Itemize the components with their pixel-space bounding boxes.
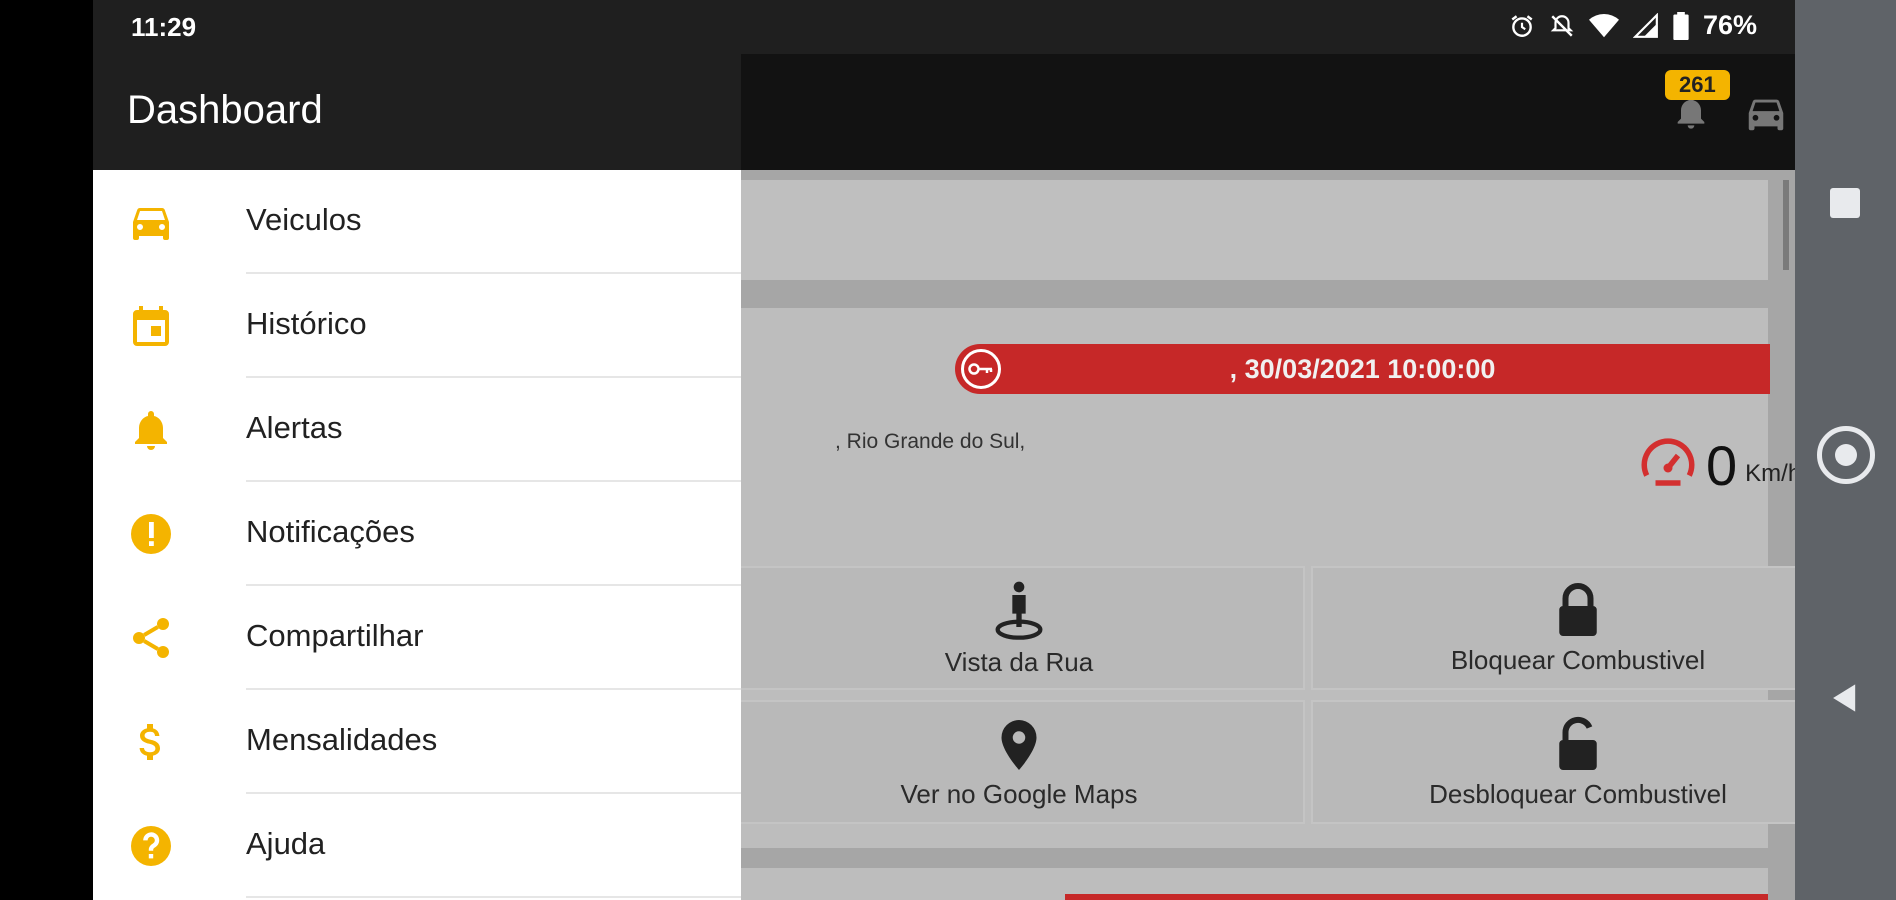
ignition-status-bar: , 30/03/2021 10:00:00 xyxy=(955,344,1770,394)
menu-item-historico[interactable]: Histórico xyxy=(93,274,741,378)
divider xyxy=(246,896,741,898)
scrollbar-thumb[interactable] xyxy=(1783,180,1789,270)
drawer-header: Dashboard xyxy=(93,54,741,170)
share-icon xyxy=(127,614,175,662)
battery-level: 76% xyxy=(1702,10,1757,40)
system-navigation-bar xyxy=(1795,0,1896,900)
car-icon[interactable] xyxy=(1743,90,1789,136)
wifi-icon xyxy=(1588,13,1619,37)
alarm-icon xyxy=(1511,14,1533,37)
status-time: 11:29 xyxy=(131,12,197,42)
menu-item-mensalidades[interactable]: Mensalidades xyxy=(93,690,741,794)
street-view-button[interactable]: Vista da Rua xyxy=(733,566,1305,690)
block-fuel-button[interactable]: Bloquear Combustivel xyxy=(1311,566,1795,690)
street-view-icon xyxy=(995,581,1043,640)
drawer-title: Dashboard xyxy=(127,88,323,132)
unblock-fuel-label: Desbloquear Combustivel xyxy=(1429,778,1727,809)
speedometer-icon xyxy=(1641,438,1695,486)
status-icons: 76% xyxy=(1509,10,1757,41)
menu-label: Histórico xyxy=(246,306,367,341)
menu-label: Compartilhar xyxy=(246,618,424,653)
street-view-label: Vista da Rua xyxy=(944,646,1094,677)
drawer-menu: Veiculos Histórico Alertas Notificações … xyxy=(93,170,741,898)
screen-left-edge xyxy=(0,0,93,900)
help-icon xyxy=(127,822,175,870)
recents-button[interactable] xyxy=(1830,188,1860,218)
unblock-fuel-button[interactable]: Desbloquear Combustivel xyxy=(1311,700,1795,824)
search-card xyxy=(733,180,1768,280)
lock-icon xyxy=(1559,582,1597,636)
menu-label: Notificações xyxy=(246,514,415,549)
status-bar: 11:29 76% xyxy=(93,0,1795,54)
menu-label: Ajuda xyxy=(246,826,326,861)
bell-icon xyxy=(127,406,175,454)
dollar-icon xyxy=(127,718,175,766)
menu-item-ajuda[interactable]: Ajuda xyxy=(93,794,741,898)
navigation-drawer: Dashboard Veiculos Histórico Alertas Not… xyxy=(93,54,741,900)
last-update-timestamp: , 30/03/2021 10:00:00 xyxy=(1229,354,1496,384)
menu-item-veiculos[interactable]: Veiculos xyxy=(93,170,741,274)
speed-readout: 0 Km/h xyxy=(1638,432,1795,494)
next-status-bar xyxy=(1065,894,1768,900)
google-maps-label: Ver no Google Maps xyxy=(900,778,1138,809)
alert-circle-icon xyxy=(127,510,175,558)
back-button[interactable] xyxy=(1828,680,1862,716)
menu-item-compartilhar[interactable]: Compartilhar xyxy=(93,586,741,690)
map-pin-icon xyxy=(1001,719,1037,770)
speed-value: 0 xyxy=(1706,434,1738,497)
calendar-icon xyxy=(127,302,175,350)
menu-label: Veiculos xyxy=(246,202,362,237)
app-screen: 11:29 76% 261 , 30/03/2021 10:00:00 , Ri… xyxy=(93,0,1795,900)
menu-item-alertas[interactable]: Alertas xyxy=(93,378,741,482)
notifications-off-icon xyxy=(1550,14,1574,37)
signal-icon xyxy=(1632,12,1658,38)
google-maps-button[interactable]: Ver no Google Maps xyxy=(733,700,1305,824)
menu-label: Mensalidades xyxy=(246,722,438,757)
notification-count-badge: 261 xyxy=(1665,70,1730,100)
menu-label: Alertas xyxy=(246,410,343,445)
battery-icon xyxy=(1673,11,1689,40)
unlock-icon xyxy=(1559,716,1597,770)
vehicle-address: , Rio Grande do Sul, xyxy=(835,430,1026,453)
car-icon xyxy=(127,198,175,246)
home-dot xyxy=(1835,444,1857,466)
block-fuel-label: Bloquear Combustivel xyxy=(1450,644,1706,675)
speed-unit: Km/h xyxy=(1745,460,1795,487)
menu-item-notificacoes[interactable]: Notificações xyxy=(93,482,741,586)
home-button[interactable] xyxy=(1817,426,1875,484)
